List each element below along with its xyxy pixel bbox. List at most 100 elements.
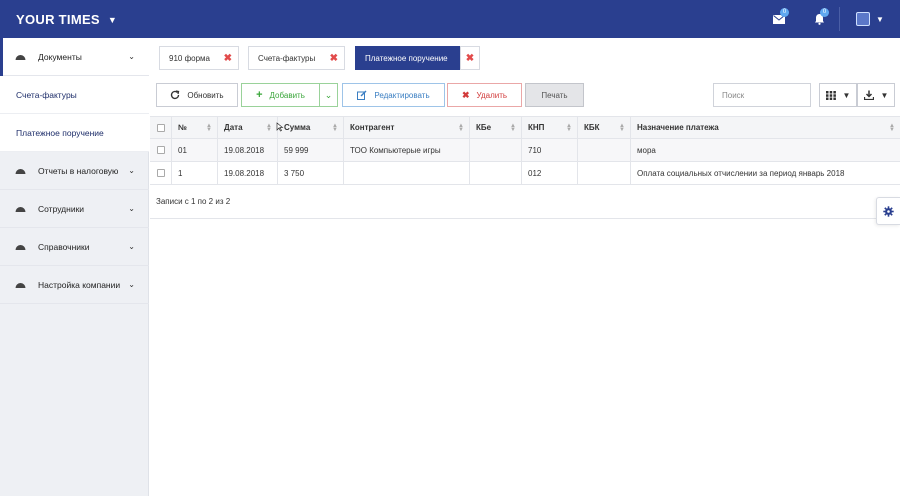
chevron-down-icon: ⌄ bbox=[128, 204, 135, 213]
sidebar-item-label: Настройка компании bbox=[38, 279, 121, 290]
avatar bbox=[856, 12, 871, 26]
sidebar-subitem-payment-order[interactable]: Платежное поручение bbox=[0, 114, 149, 152]
columns-button[interactable]: ▼ bbox=[819, 83, 857, 107]
settings-button[interactable] bbox=[876, 197, 900, 225]
chevron-down-icon: ⌄ bbox=[128, 280, 135, 289]
edit-label: Редактировать bbox=[374, 90, 430, 100]
bell-badge: 0 bbox=[820, 8, 829, 17]
edit-icon bbox=[357, 90, 367, 100]
cell-sum: 3 750 bbox=[278, 162, 344, 184]
close-icon: ✖ bbox=[461, 89, 470, 100]
chevron-down-icon: ⌄ bbox=[128, 166, 135, 175]
tab-910-form[interactable]: 910 форма ✖ bbox=[159, 46, 239, 70]
sidebar-subitem-invoices[interactable]: Счета-фактуры bbox=[0, 76, 149, 114]
dashboard-icon bbox=[14, 166, 26, 176]
sidebar-item-references[interactable]: Справочники ⌄ bbox=[0, 228, 149, 266]
close-icon[interactable]: ✖ bbox=[330, 53, 338, 64]
print-button[interactable]: Печать bbox=[525, 83, 584, 107]
sidebar-item-documents[interactable]: Документы ⌄ bbox=[0, 38, 149, 76]
download-icon bbox=[863, 90, 874, 100]
sidebar: Документы ⌄ Счета-фактуры Платежное пору… bbox=[0, 38, 149, 496]
close-tab-button[interactable]: ✖ bbox=[460, 46, 480, 70]
sidebar-item-employees[interactable]: Сотрудники ⌄ bbox=[0, 190, 149, 228]
sidebar-subitem-label: Счета-фактуры bbox=[16, 89, 77, 100]
user-menu[interactable]: ▼ bbox=[840, 0, 900, 38]
dashboard-icon bbox=[14, 52, 26, 62]
cell-sum: 59 999 bbox=[278, 139, 344, 161]
brand-menu[interactable]: YOUR TIMES ▼ bbox=[16, 12, 117, 27]
row-checkbox-cell[interactable] bbox=[150, 139, 172, 161]
table-header-row: № ▲ ▼ Дата ▲ ▼ Сумма ▲ ▼ Контрагент ▲ ▼ КБе … bbox=[150, 116, 900, 139]
tab-invoices[interactable]: Счета-фактуры ✖ bbox=[248, 46, 345, 70]
sort-icon: ▲ ▼ bbox=[332, 123, 338, 133]
close-icon: ✖ bbox=[465, 52, 475, 64]
mouse-cursor-icon bbox=[276, 122, 284, 132]
chevron-down-icon: ▼ bbox=[842, 90, 851, 100]
sidebar-item-label: Отчеты в налоговую bbox=[38, 165, 119, 176]
sidebar-item-label: Справочники bbox=[38, 241, 90, 252]
cell-date: 19.08.2018 bbox=[218, 162, 278, 184]
cell-knp: 012 bbox=[522, 162, 578, 184]
records-info: Записи с 1 по 2 из 2 bbox=[156, 197, 231, 206]
sort-icon: ▲ ▼ bbox=[206, 123, 212, 133]
cell-knp: 710 bbox=[522, 139, 578, 161]
chevron-down-icon: ▼ bbox=[880, 90, 889, 100]
sort-icon: ▲ ▼ bbox=[458, 123, 464, 133]
cell-counterparty bbox=[344, 162, 470, 184]
sort-icon: ▲ ▼ bbox=[889, 123, 895, 133]
edit-button[interactable]: Редактировать bbox=[342, 83, 445, 107]
tab-label: Счета-фактуры bbox=[258, 53, 316, 63]
column-header-counterparty[interactable]: Контрагент ▲ ▼ bbox=[344, 117, 470, 138]
add-label: Добавить bbox=[269, 90, 305, 100]
sidebar-subitem-label: Платежное поручение bbox=[16, 127, 104, 138]
select-all-checkbox[interactable] bbox=[157, 123, 165, 132]
active-indicator bbox=[0, 38, 3, 76]
sidebar-item-tax-reports[interactable]: Отчеты в налоговую ⌄ bbox=[0, 152, 149, 190]
search-input[interactable] bbox=[713, 83, 811, 107]
add-dropdown-button[interactable]: ⌄ bbox=[319, 83, 338, 107]
sidebar-item-company-settings[interactable]: Настройка компании ⌄ bbox=[0, 266, 149, 304]
tab-payment-order[interactable]: Платежное поручение bbox=[355, 46, 460, 70]
refresh-button[interactable]: Обновить bbox=[156, 83, 238, 107]
cell-purpose: Оплата социальных отчислении за период я… bbox=[637, 168, 845, 178]
dashboard-icon bbox=[14, 280, 26, 290]
select-all-checkbox-cell[interactable] bbox=[150, 117, 172, 138]
row-checkbox[interactable] bbox=[157, 146, 165, 154]
grid-icon bbox=[825, 90, 836, 100]
cell-kbk bbox=[578, 139, 631, 161]
chevron-down-icon: ⌄ bbox=[128, 52, 135, 61]
export-button[interactable]: ▼ bbox=[857, 83, 895, 107]
row-checkbox[interactable] bbox=[157, 169, 165, 177]
cell-number: 01 bbox=[172, 139, 218, 161]
chevron-down-icon: ▼ bbox=[876, 14, 884, 24]
column-header-purpose[interactable]: Назначение платежа ▲ ▼ bbox=[631, 117, 900, 138]
sort-icon: ▲ ▼ bbox=[510, 123, 516, 133]
sort-icon: ▲ ▼ bbox=[266, 123, 272, 133]
cell-purpose: мора bbox=[637, 145, 656, 155]
mail-button[interactable]: 0 bbox=[759, 0, 799, 38]
add-button[interactable]: + Добавить bbox=[241, 83, 320, 107]
delete-button[interactable]: ✖ Удалить bbox=[447, 83, 522, 107]
dashboard-icon bbox=[14, 204, 26, 214]
column-header-kbk[interactable]: КБК ▲ ▼ bbox=[578, 117, 631, 138]
dashboard-icon bbox=[14, 242, 26, 252]
sidebar-item-label: Документы bbox=[38, 51, 82, 62]
notifications-button[interactable]: 0 bbox=[799, 0, 839, 38]
top-navbar: YOUR TIMES ▼ 0 0 ▼ bbox=[0, 0, 900, 38]
refresh-icon bbox=[171, 90, 180, 100]
table-row[interactable]: 01 19.08.2018 59 999 ТОО Компьютерые игр… bbox=[150, 139, 900, 162]
row-checkbox-cell[interactable] bbox=[150, 162, 172, 184]
column-header-sum[interactable]: Сумма ▲ ▼ bbox=[278, 117, 344, 138]
cell-date: 19.08.2018 bbox=[218, 139, 278, 161]
cell-kbk bbox=[578, 162, 631, 184]
table-row[interactable]: 1 19.08.2018 3 750 012 Оплата социальных… bbox=[150, 162, 900, 185]
column-header-number[interactable]: № ▲ ▼ bbox=[172, 117, 218, 138]
column-header-knp[interactable]: КНП ▲ ▼ bbox=[522, 117, 578, 138]
cell-kbe bbox=[470, 139, 522, 161]
column-header-kbe[interactable]: КБе ▲ ▼ bbox=[470, 117, 522, 138]
gear-icon bbox=[883, 205, 894, 217]
chevron-down-icon: ⌄ bbox=[324, 89, 333, 100]
column-header-date[interactable]: Дата ▲ ▼ bbox=[218, 117, 278, 138]
cell-kbe bbox=[470, 162, 522, 184]
close-icon[interactable]: ✖ bbox=[224, 53, 232, 64]
